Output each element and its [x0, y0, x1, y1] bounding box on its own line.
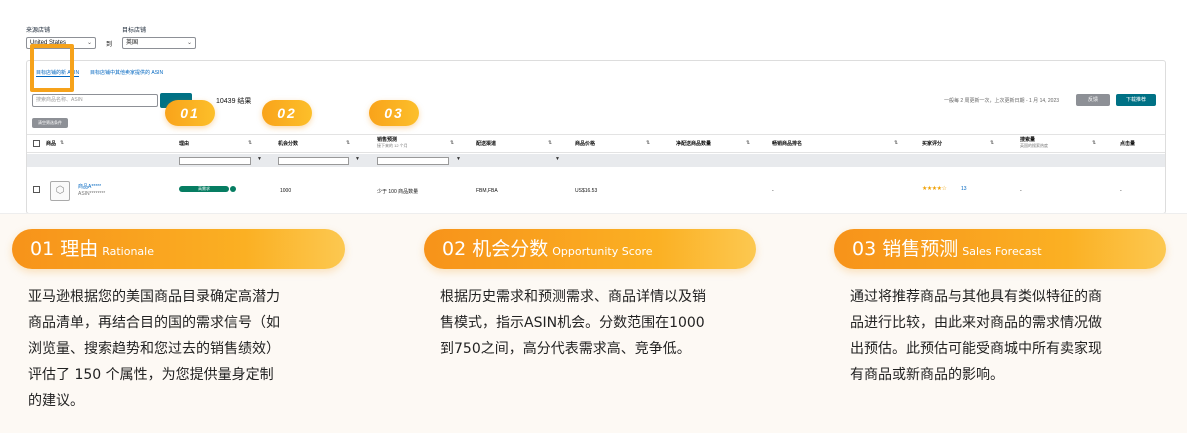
row-checkbox[interactable] — [33, 186, 40, 193]
col-reason[interactable]: 理由 — [179, 140, 189, 147]
section-rationale-header: 01 理由 Rationale — [12, 229, 345, 269]
col-rating[interactable]: 买家评分 — [922, 140, 942, 147]
rating-count[interactable]: 13 — [961, 186, 967, 192]
result-count: 10439 结果 — [216, 98, 252, 105]
badge-02: 02 — [262, 100, 312, 126]
body-line: 出预估。此预估可能受商城中所有卖家现 — [850, 341, 1102, 357]
col-price[interactable]: 商品价格 — [575, 140, 595, 147]
funnel-icon[interactable]: ▼ — [257, 156, 262, 162]
box-icon: ⬡ — [50, 181, 70, 201]
body-line: 到750之间，高分代表需求高、竞争低。 — [440, 341, 691, 357]
forecast-filter-input[interactable] — [377, 157, 449, 165]
select-all-checkbox[interactable] — [33, 140, 40, 147]
target-store-value: 英国 — [126, 40, 139, 46]
highlight-box — [30, 44, 74, 92]
section-title-en: Rationale — [102, 245, 154, 258]
sort-icon[interactable]: ⇅ — [1092, 140, 1096, 146]
section-title-cn: 01 理由 — [30, 238, 99, 260]
target-store-label: 目标店铺 — [122, 28, 147, 34]
body-line: 评估了 150 个属性，为您提供量身定制 — [28, 367, 274, 383]
col-search-sub: 英国的搜索热度 — [1020, 143, 1048, 148]
sort-icon[interactable]: ⇅ — [548, 140, 552, 146]
col-search[interactable]: 搜索量 英国的搜索热度 — [1020, 136, 1048, 149]
section-title-cn: 02 机会分数 — [442, 238, 549, 260]
table-header — [27, 134, 1165, 153]
col-forecast-sub: 接下来的 12 个月 — [377, 143, 408, 148]
chevron-down-icon: ⌄ — [86, 40, 92, 46]
body-line: 品进行比较，由此来对商品的需求情况做 — [850, 315, 1102, 331]
section-forecast-header: 03 销售预测 Sales Forecast — [834, 229, 1166, 269]
col-bsr[interactable]: 畅销商品排名 — [772, 140, 802, 147]
funnel-icon[interactable]: ▼ — [355, 156, 360, 162]
rating-stars: ★★★★☆ — [922, 186, 947, 192]
tab-other-seller-asin[interactable]: 目标店铺中其他卖家提供的 ASIN — [90, 69, 163, 76]
section-title-en: Opportunity Score — [552, 245, 653, 258]
product-name[interactable]: 商品A***** — [78, 183, 101, 190]
price-value: US$16.53 — [575, 188, 598, 194]
col-net-qty[interactable]: 净配送商品数量 — [676, 140, 711, 147]
target-store-select[interactable]: 英国 ⌄ — [122, 37, 196, 49]
seller-central-screenshot: 来源店铺 United States ⌄ 到 目标店铺 英国 ⌄ 目标店铺的新 … — [0, 0, 1187, 214]
funnel-icon[interactable]: ▼ — [555, 156, 560, 162]
body-line: 根据历史需求和预测需求、商品详情以及销 — [440, 289, 706, 305]
col-product[interactable]: 商品 — [46, 140, 56, 147]
bsr-value: - — [772, 188, 774, 194]
download-button[interactable]: 下载推荐 — [1116, 94, 1156, 106]
body-line: 售模式，指示ASIN机会。分数范围在1000 — [440, 315, 705, 331]
product-asin: ASIN******** — [78, 191, 106, 197]
section-forecast-body: 通过将推荐商品与其他具有类似特征的商 品进行比较，由此来对商品的需求情况做 出预… — [850, 284, 1102, 388]
badge-03: 03 — [369, 100, 419, 126]
sort-icon[interactable]: ⇅ — [346, 140, 350, 146]
section-score-header: 02 机会分数 Opportunity Score — [424, 229, 756, 269]
sort-icon[interactable]: ⇅ — [60, 140, 64, 146]
sort-icon[interactable]: ⇅ — [894, 140, 898, 146]
body-line: 有商品或新商品的影响。 — [850, 367, 1004, 383]
body-line: 通过将推荐商品与其他具有类似特征的商 — [850, 289, 1102, 305]
section-title-cn: 03 销售预测 — [852, 238, 959, 260]
sort-icon[interactable]: ⇅ — [450, 140, 454, 146]
update-note: 一般每 2 周更新一次，上次更新日期 - 1 月 14, 2023 — [944, 98, 1060, 104]
feedback-button[interactable]: 反馈 — [1076, 94, 1110, 106]
source-store-label: 来源店铺 — [26, 28, 51, 34]
body-line: 亚马逊根据您的美国商品目录确定高潜力 — [28, 289, 280, 305]
reason-filter-input[interactable] — [179, 157, 251, 165]
col-forecast[interactable]: 销售预测 接下来的 12 个月 — [377, 136, 408, 149]
search-input[interactable]: 搜索商品名称、ASIN — [32, 94, 158, 107]
forecast-value: 少于 100 商品数量 — [377, 189, 419, 195]
col-score[interactable]: 机会分数 — [278, 140, 298, 147]
score-filter-input[interactable] — [278, 157, 349, 165]
sort-icon[interactable]: ⇅ — [990, 140, 994, 146]
col-clicks[interactable]: 点击量 — [1120, 140, 1135, 147]
badge-01: 01 — [165, 100, 215, 126]
search-value: - — [1020, 188, 1022, 194]
score-value: 1000 — [280, 188, 292, 194]
clear-filter-button[interactable]: 清空筛选条件 — [32, 118, 68, 128]
body-line: 商品清单，再结合目的国的需求信号（如 — [28, 315, 280, 331]
channel-value: FBM,FBA — [476, 188, 498, 194]
sort-icon[interactable]: ⇅ — [746, 140, 750, 146]
section-score-body: 根据历史需求和预测需求、商品详情以及销 售模式，指示ASIN机会。分数范围在10… — [440, 284, 706, 362]
chevron-down-icon: ⌄ — [186, 40, 192, 46]
body-line: 浏览量、搜索趋势和您过去的销售绩效） — [28, 341, 280, 357]
clicks-value: - — [1120, 188, 1122, 194]
funnel-icon[interactable]: ▼ — [456, 156, 461, 162]
to-word: 到 — [106, 42, 113, 48]
col-channel[interactable]: 配送渠道 — [476, 140, 496, 147]
reason-badge: 高需求 — [179, 186, 229, 192]
info-icon[interactable] — [230, 186, 236, 192]
body-line: 的建议。 — [28, 393, 84, 409]
sort-icon[interactable]: ⇅ — [248, 140, 252, 146]
sort-icon[interactable]: ⇅ — [646, 140, 650, 146]
section-rationale-body: 亚马逊根据您的美国商品目录确定高潜力 商品清单，再结合目的国的需求信号（如 浏览… — [28, 284, 280, 414]
section-title-en: Sales Forecast — [962, 245, 1042, 258]
